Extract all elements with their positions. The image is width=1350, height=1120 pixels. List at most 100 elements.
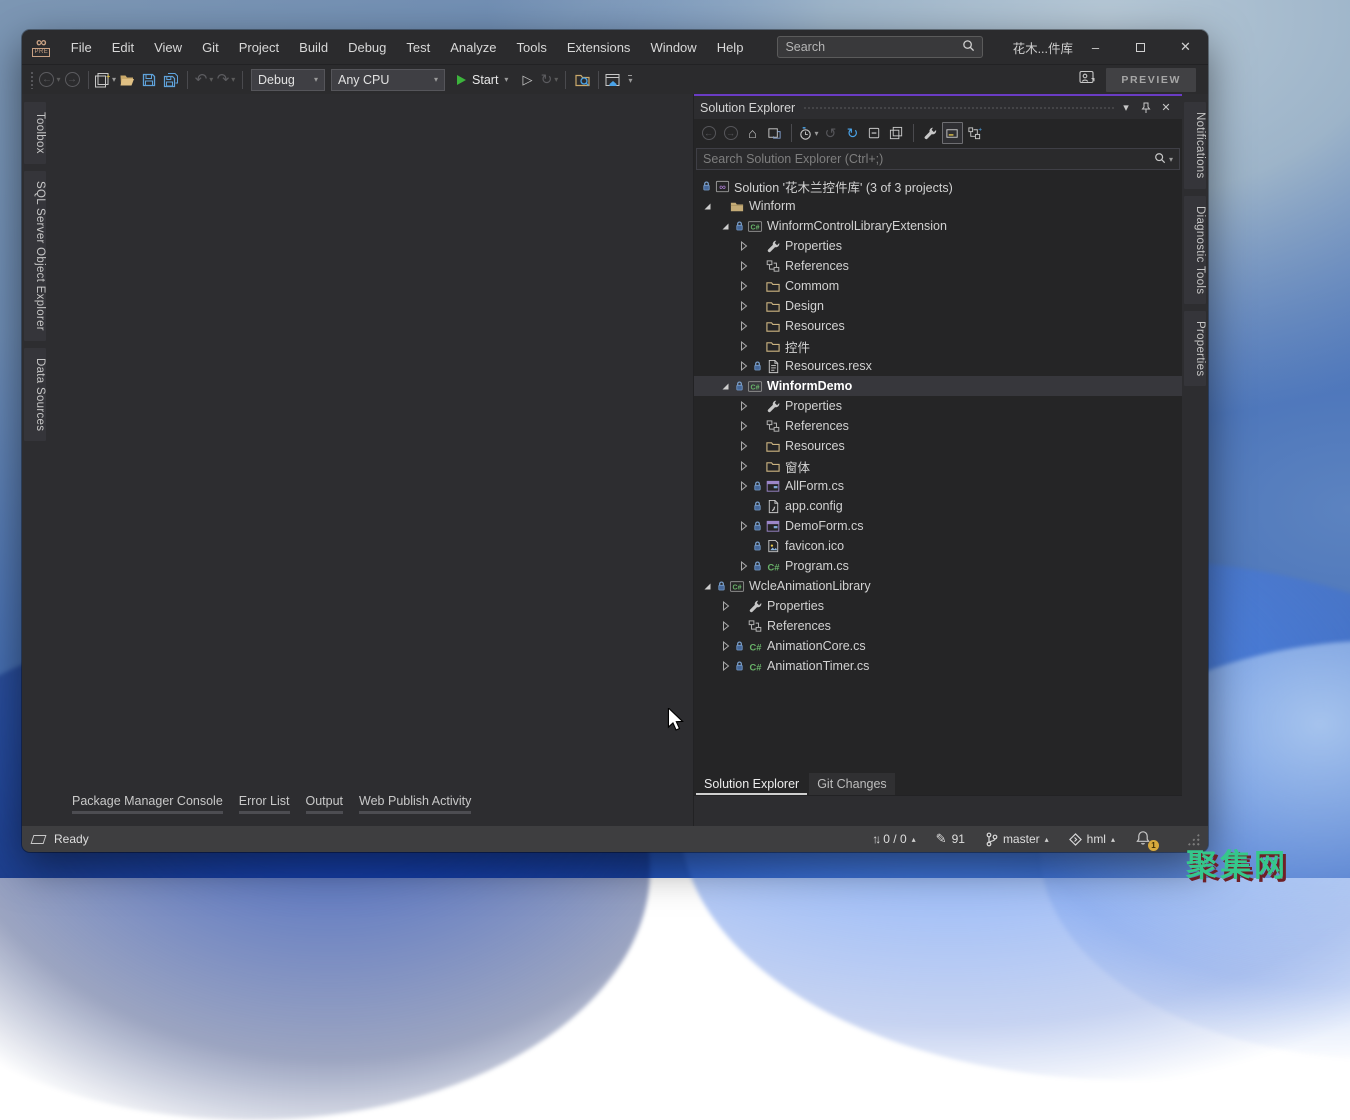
tree-item[interactable]: Properties <box>694 596 1182 616</box>
tree-item[interactable]: app.config <box>694 496 1182 516</box>
expand-arrow-icon[interactable] <box>736 321 751 331</box>
expand-arrow-icon[interactable] <box>736 281 751 291</box>
tree-item[interactable]: Resources.resx <box>694 356 1182 376</box>
status-branch[interactable]: master▴ <box>985 832 1049 847</box>
expand-arrow-icon[interactable] <box>736 341 751 351</box>
side-tab-toolbox[interactable]: Toolbox <box>24 102 46 164</box>
expand-arrow-icon[interactable] <box>736 261 751 271</box>
minimize-button[interactable]: – <box>1073 30 1118 64</box>
feedback-icon[interactable] <box>1079 70 1096 89</box>
close-icon[interactable]: ✕ <box>1156 98 1176 118</box>
bottom-tab-output[interactable]: Output <box>306 794 344 814</box>
bottom-tab-web-publish-activity[interactable]: Web Publish Activity <box>359 794 471 814</box>
expand-arrow-icon[interactable] <box>736 301 751 311</box>
expand-arrow-icon[interactable] <box>736 481 751 491</box>
notifications-bell[interactable]: 1 <box>1135 830 1155 848</box>
toolbar-button-open-file[interactable] <box>116 68 138 92</box>
menu-item-view[interactable]: View <box>144 30 192 64</box>
start-debugging-button[interactable]: Start ▾ <box>448 68 516 92</box>
side-tab-sql-server-object-explorer[interactable]: SQL Server Object Explorer <box>24 171 46 341</box>
tree-item[interactable]: References <box>694 616 1182 636</box>
menu-item-project[interactable]: Project <box>229 30 289 64</box>
menu-item-file[interactable]: File <box>61 30 102 64</box>
tree-item[interactable]: Resources <box>694 436 1182 456</box>
tree-item[interactable]: C#AnimationCore.cs <box>694 636 1182 656</box>
collapse-arrow-icon[interactable] <box>718 222 733 231</box>
panel-drag-texture[interactable] <box>803 106 1116 111</box>
pin-icon[interactable] <box>1136 98 1156 118</box>
menu-item-test[interactable]: Test <box>396 30 440 64</box>
expand-arrow-icon[interactable] <box>718 621 733 631</box>
solution-explorer-search-input[interactable]: Search Solution Explorer (Ctrl+;) ▾ <box>696 148 1180 170</box>
expand-arrow-icon[interactable] <box>718 601 733 611</box>
status-pending-edits[interactable]: ✎91 <box>936 831 965 847</box>
expand-arrow-icon[interactable] <box>736 421 751 431</box>
window-position-icon[interactable]: ▾ <box>1116 98 1136 118</box>
maximize-button[interactable] <box>1118 30 1163 64</box>
platform-combo[interactable]: Any CPU ▾ <box>331 69 445 91</box>
tree-item[interactable]: Resources <box>694 316 1182 336</box>
background-task-icon[interactable] <box>31 835 47 844</box>
side-tab-notifications[interactable]: Notifications <box>1184 102 1206 189</box>
tree-item[interactable]: Properties <box>694 236 1182 256</box>
menu-item-window[interactable]: Window <box>640 30 706 64</box>
panel-tab-solution-explorer[interactable]: Solution Explorer <box>696 773 807 795</box>
toolbar-grip[interactable] <box>30 71 35 89</box>
expand-arrow-icon[interactable] <box>718 661 733 671</box>
menu-item-help[interactable]: Help <box>707 30 754 64</box>
toolbar-button-save[interactable] <box>138 68 160 92</box>
tree-item[interactable]: References <box>694 416 1182 436</box>
status-commits[interactable]: ↑↓0 / 0▴ <box>872 832 915 846</box>
editor-well[interactable] <box>48 94 693 794</box>
se-toolbar-se-switch-views[interactable] <box>764 122 785 144</box>
tree-item[interactable]: C#AnimationTimer.cs <box>694 656 1182 676</box>
tree-item[interactable]: C#WinformControlLibraryExtension <box>694 216 1182 236</box>
tree-item[interactable]: AllForm.cs <box>694 476 1182 496</box>
se-toolbar-se-pending-filter[interactable]: ▾ <box>798 122 819 144</box>
se-toolbar-se-properties[interactable] <box>920 122 941 144</box>
status-repo[interactable]: hml▴ <box>1069 832 1115 846</box>
menu-item-git[interactable]: Git <box>192 30 229 64</box>
tree-item[interactable]: C#WcleAnimationLibrary <box>694 576 1182 596</box>
tree-item[interactable]: Properties <box>694 396 1182 416</box>
preview-channel-button[interactable]: PREVIEW <box>1106 68 1196 92</box>
se-toolbar-se-collapse-all[interactable] <box>864 122 885 144</box>
menu-item-tools[interactable]: Tools <box>506 30 556 64</box>
tree-item[interactable]: DemoForm.cs <box>694 516 1182 536</box>
collapse-arrow-icon[interactable] <box>700 582 715 591</box>
tree-item[interactable]: C#WinformDemo <box>694 376 1182 396</box>
expand-arrow-icon[interactable] <box>736 361 751 371</box>
tree-item[interactable]: C#Program.cs <box>694 556 1182 576</box>
toolbar-button-save-all[interactable] <box>160 68 182 92</box>
expand-arrow-icon[interactable] <box>736 521 751 531</box>
tree-item[interactable]: 控件 <box>694 336 1182 356</box>
expand-arrow-icon[interactable] <box>736 401 751 411</box>
se-toolbar-se-preview-selected[interactable] <box>942 122 963 144</box>
toolbar-button-start-without-debugging[interactable]: ▷ <box>516 68 538 92</box>
tree-item[interactable]: Commom <box>694 276 1182 296</box>
expand-arrow-icon[interactable] <box>736 561 751 571</box>
toolbar-overflow-icon[interactable]: ▾ <box>628 75 632 85</box>
expand-arrow-icon[interactable] <box>736 461 751 471</box>
menu-item-edit[interactable]: Edit <box>102 30 144 64</box>
menu-item-analyze[interactable]: Analyze <box>440 30 506 64</box>
side-tab-diagnostic-tools[interactable]: Diagnostic Tools <box>1184 196 1206 304</box>
menu-item-extensions[interactable]: Extensions <box>557 30 641 64</box>
collapse-arrow-icon[interactable] <box>700 202 715 211</box>
bottom-tab-error-list[interactable]: Error List <box>239 794 290 814</box>
side-tab-data-sources[interactable]: Data Sources <box>24 348 46 441</box>
tree-item[interactable]: Winform <box>694 196 1182 216</box>
tree-item[interactable]: favicon.ico <box>694 536 1182 556</box>
tree-item[interactable]: 窗体 <box>694 456 1182 476</box>
tree-item[interactable]: Design <box>694 296 1182 316</box>
bottom-tab-package-manager-console[interactable]: Package Manager Console <box>72 794 223 814</box>
toolbar-button-new-project[interactable]: +▾ <box>94 68 116 92</box>
tree-item[interactable]: ∞Solution '花木兰控件库' (3 of 3 projects) <box>694 176 1182 196</box>
panel-tab-git-changes[interactable]: Git Changes <box>809 773 894 795</box>
expand-arrow-icon[interactable] <box>718 641 733 651</box>
se-toolbar-se-home[interactable]: ⌂ <box>742 122 763 144</box>
side-tab-properties[interactable]: Properties <box>1184 311 1206 386</box>
tree-item[interactable]: References <box>694 256 1182 276</box>
expand-arrow-icon[interactable] <box>736 441 751 451</box>
se-toolbar-se-refresh[interactable]: ↻ <box>842 122 863 144</box>
